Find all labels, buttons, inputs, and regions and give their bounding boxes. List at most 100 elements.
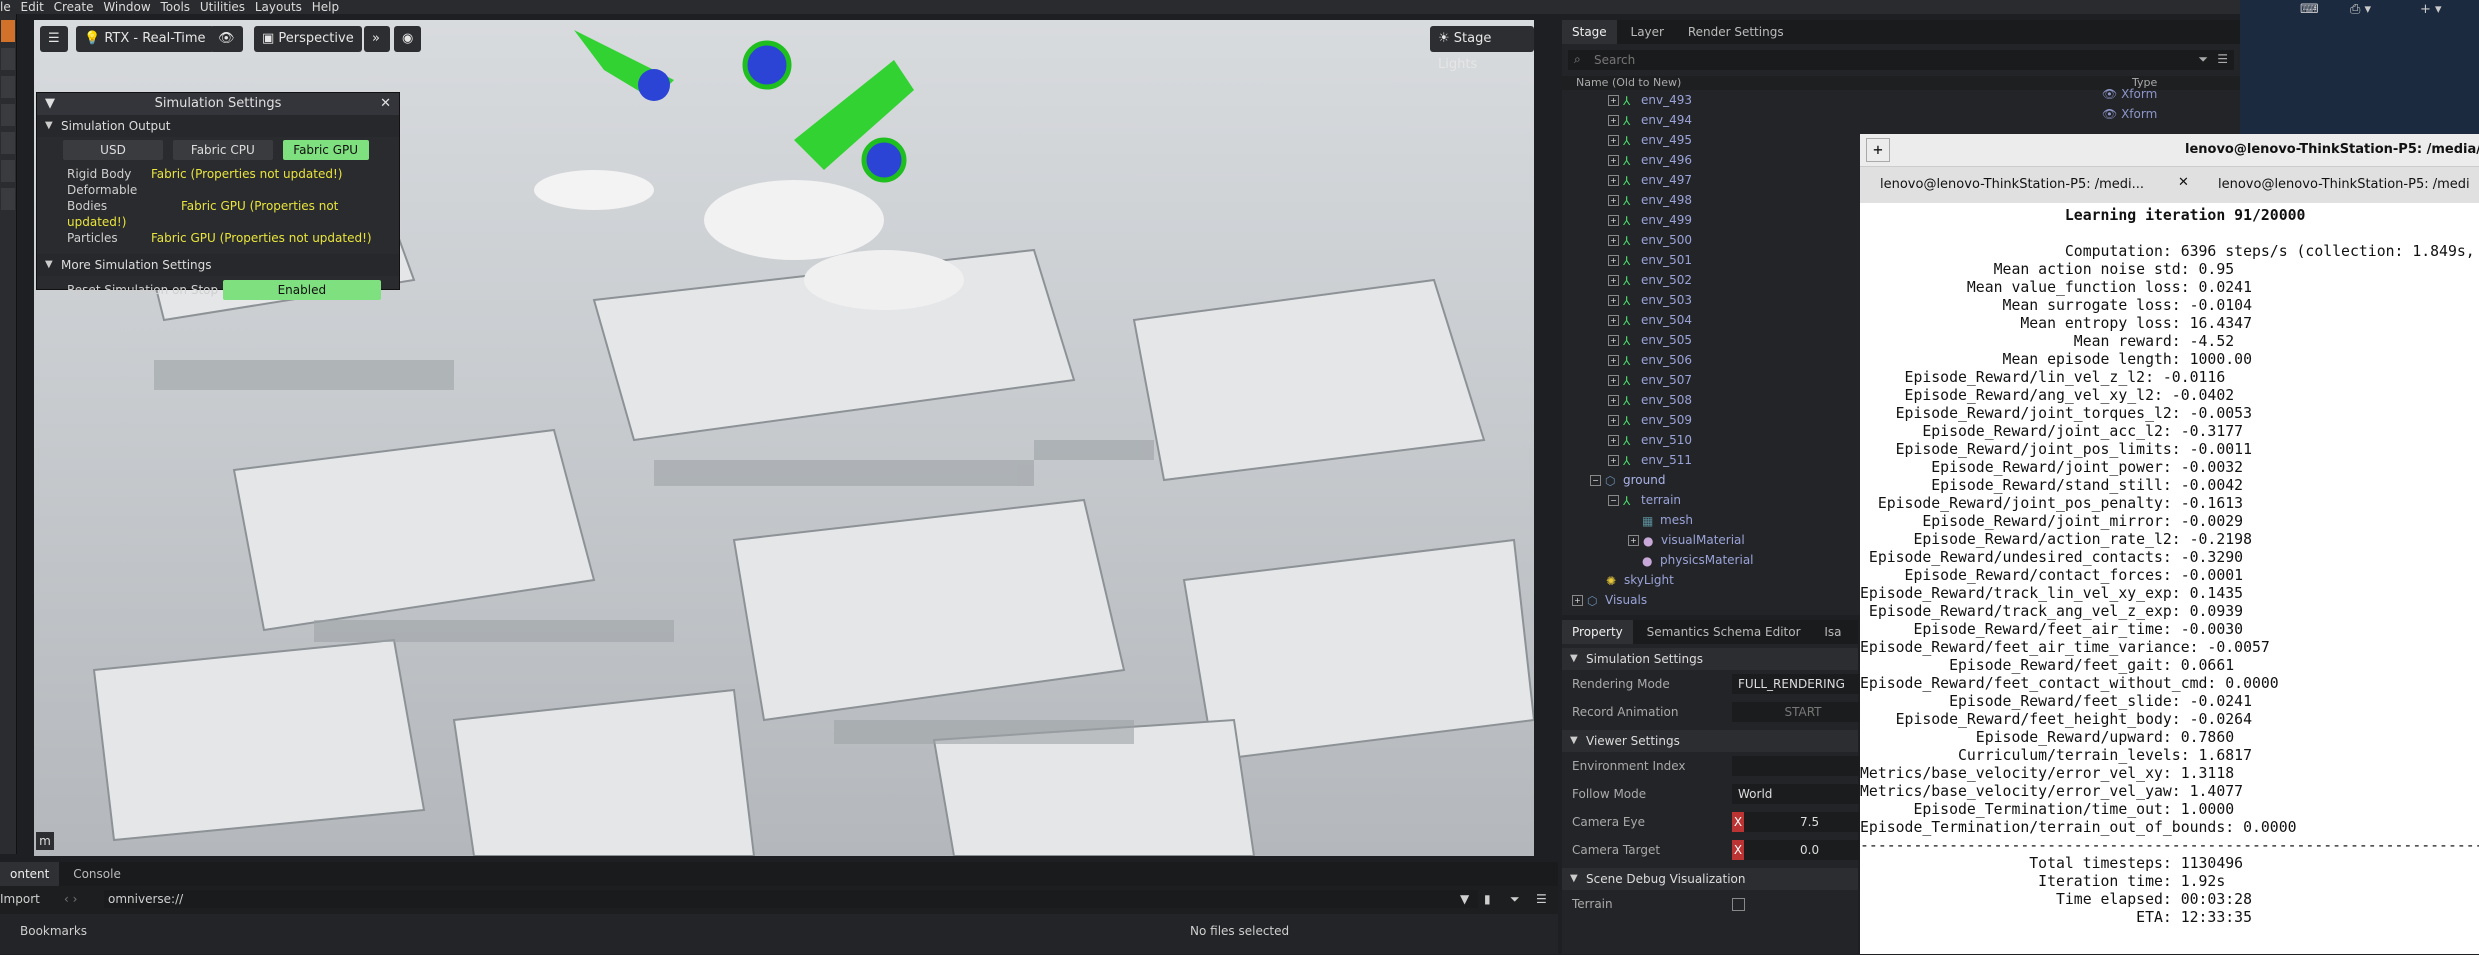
scale-tool-icon[interactable] <box>1 104 15 126</box>
pause-tool-icon[interactable] <box>1 188 15 210</box>
rendering-mode-select[interactable]: FULL_RENDERING <box>1732 674 1868 694</box>
new-tab-icon[interactable]: + <box>1866 138 1890 162</box>
select-tool-icon[interactable] <box>1 20 15 42</box>
filter-icon[interactable]: ⏷ <box>2198 52 2208 67</box>
expand-icon[interactable]: + <box>1608 295 1619 306</box>
menu-icon[interactable]: ☰ <box>2217 52 2228 66</box>
collapse-icon[interactable]: ▼ <box>45 93 55 115</box>
expand-icon[interactable]: + <box>1608 115 1619 126</box>
expand-icon[interactable]: + <box>1608 215 1619 226</box>
move-tool-icon[interactable] <box>1 48 15 70</box>
expand-icon[interactable]: + <box>1608 415 1619 426</box>
import-button[interactable]: Import <box>0 892 40 906</box>
terrain-checkbox[interactable] <box>1732 898 1745 911</box>
expand-icon[interactable]: + <box>1608 235 1619 246</box>
terminal-line: Episode_Reward/joint_acc_l2: -0.3177 <box>1860 423 2244 440</box>
menu-edit[interactable]: Edit <box>21 0 44 14</box>
menu-file[interactable]: le <box>0 0 11 14</box>
tree-label: env_499 <box>1641 213 1692 227</box>
sim-settings-header[interactable]: ▼ Simulation Settings <box>1562 648 1858 670</box>
mode-usd-button[interactable]: USD <box>63 140 163 160</box>
snap-tool-icon[interactable] <box>1 132 15 154</box>
terminal-line: Mean action noise std: 0.95 <box>1860 261 2235 278</box>
tree-label: env_494 <box>1641 113 1692 127</box>
bookmarks-item[interactable]: Bookmarks <box>20 924 87 938</box>
terminal-window[interactable]: + lenovo@lenovo-ThinkStation-P5: /media/… <box>1860 134 2479 954</box>
expand-icon[interactable]: + <box>1608 395 1619 406</box>
expand-icon[interactable]: + <box>1608 195 1619 206</box>
play-tool-icon[interactable] <box>1 160 15 182</box>
robot-icon: ⅄ <box>1623 373 1631 388</box>
menu-icon[interactable]: ☰ <box>1536 892 1547 906</box>
path-input[interactable]: omniverse:// <box>104 890 1478 908</box>
tab-layer[interactable]: Layer <box>1621 20 1674 44</box>
expand-icon[interactable]: + <box>1608 175 1619 186</box>
column-name[interactable]: Name (Old to New) <box>1576 76 1681 90</box>
camera-button[interactable]: ▣ Perspective <box>254 26 362 52</box>
reset-enabled-toggle[interactable]: Enabled <box>222 280 381 300</box>
add-icon[interactable]: + ▾ <box>2420 2 2442 17</box>
rotate-tool-icon[interactable] <box>1 76 15 98</box>
more-settings-header[interactable]: ▼ More Simulation Settings <box>37 254 399 276</box>
tab-content[interactable]: ontent <box>0 862 60 886</box>
tab-semantics[interactable]: Semantics Schema Editor <box>1637 620 1811 644</box>
env-index-input[interactable] <box>1732 756 1868 776</box>
capture-icon[interactable]: ◉ <box>394 26 422 52</box>
renderer-button[interactable]: 💡 RTX - Real-Time <box>76 26 214 52</box>
menu-create[interactable]: Create <box>54 0 94 14</box>
camera-eye-input[interactable]: X 7.5 <box>1732 812 1862 832</box>
expand-icon[interactable]: + <box>1608 155 1619 166</box>
field-value: 7.5 <box>1800 815 1820 829</box>
menu-help[interactable]: Help <box>312 0 339 14</box>
menu-window[interactable]: Window <box>103 0 150 14</box>
tab-isaac[interactable]: Isa <box>1814 620 1851 644</box>
expand-icon[interactable]: » <box>364 26 390 52</box>
expand-icon[interactable]: + <box>1572 595 1583 606</box>
close-icon[interactable]: ✕ <box>380 93 391 115</box>
close-tab-icon[interactable]: ✕ <box>2178 175 2189 190</box>
expand-icon[interactable]: + <box>1608 355 1619 366</box>
expand-icon[interactable]: + <box>1608 255 1619 266</box>
menu-utilities[interactable]: Utilities <box>200 0 245 14</box>
eye-icon[interactable]: 👁 Xform <box>2102 84 2157 104</box>
expand-icon[interactable]: + <box>1608 135 1619 146</box>
menu-tools[interactable]: Tools <box>160 0 190 14</box>
expand-icon[interactable]: + <box>1608 435 1619 446</box>
tab-property[interactable]: Property <box>1562 620 1633 644</box>
tab-console[interactable]: Console <box>63 862 131 886</box>
record-start-button[interactable]: START <box>1732 702 1868 722</box>
collapse-icon[interactable]: − <box>1590 475 1601 486</box>
dropdown-icon[interactable]: ▼ <box>1460 892 1469 906</box>
terminal-tab-1[interactable]: lenovo@lenovo-ThinkStation-P5: /medi... <box>1880 177 2144 192</box>
expand-icon[interactable]: + <box>1608 315 1619 326</box>
filter-icon[interactable]: ⏷ <box>1510 892 1520 907</box>
terminal-icon[interactable]: ⌨ <box>2300 2 2319 17</box>
eye-icon[interactable]: 👁 Xform <box>2102 104 2157 124</box>
mode-fabric-gpu-button[interactable]: Fabric GPU <box>282 140 369 160</box>
mode-fabric-cpu-button[interactable]: Fabric CPU <box>172 140 273 160</box>
stage-lights-button[interactable]: ☀ Stage Lights <box>1430 26 1534 72</box>
visibility-icon[interactable]: 👁 <box>210 26 243 52</box>
follow-mode-select[interactable]: World <box>1732 784 1868 804</box>
tab-stage[interactable]: Stage <box>1562 20 1617 44</box>
expand-icon[interactable]: + <box>1608 95 1619 106</box>
terminal-tab-2[interactable]: lenovo@lenovo-ThinkStation-P5: /medi <box>2218 177 2470 192</box>
viewport-settings-button[interactable]: ☰ <box>40 26 68 52</box>
search-input[interactable] <box>1592 52 2156 68</box>
simulation-output-header[interactable]: ▼ Simulation Output <box>37 115 399 137</box>
expand-icon[interactable]: + <box>1628 535 1639 546</box>
expand-icon[interactable]: + <box>1608 275 1619 286</box>
menu-layouts[interactable]: Layouts <box>255 0 302 14</box>
expand-icon[interactable]: + <box>1608 375 1619 386</box>
collapse-icon[interactable]: − <box>1608 495 1619 506</box>
camera-target-input[interactable]: X 0.0 <box>1732 840 1862 860</box>
back-icon[interactable]: ‹ › <box>64 892 77 906</box>
bookmark-icon[interactable]: ▮ <box>1484 892 1491 906</box>
tab-render-settings[interactable]: Render Settings <box>1678 20 1794 44</box>
debug-vis-header[interactable]: ▼ Scene Debug Visualization <box>1562 868 1858 890</box>
panel-title-bar[interactable]: ▼ Simulation Settings ✕ <box>37 93 399 115</box>
viewer-settings-header[interactable]: ▼ Viewer Settings <box>1562 730 1858 752</box>
expand-icon[interactable]: + <box>1608 455 1619 466</box>
printer-icon[interactable]: ⎙ ▾ <box>2350 2 2371 17</box>
expand-icon[interactable]: + <box>1608 335 1619 346</box>
